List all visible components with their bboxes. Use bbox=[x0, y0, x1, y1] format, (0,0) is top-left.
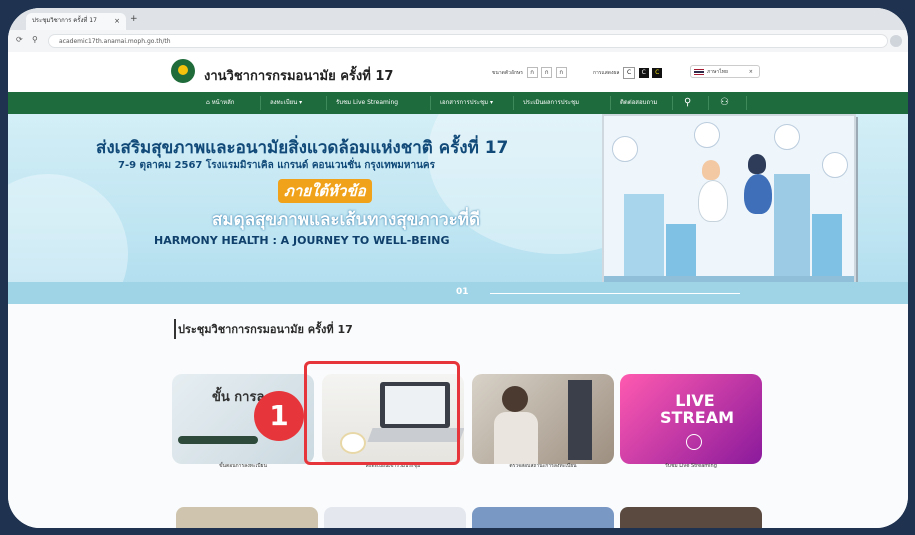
font-medium-button[interactable]: ก bbox=[541, 67, 553, 78]
language-value: ภาษาไทย bbox=[707, 69, 728, 75]
contrast-label: การแสดงผล bbox=[593, 70, 620, 76]
contrast-normal-button[interactable]: C bbox=[623, 67, 636, 79]
nav-evaluation[interactable]: ประเมินผลการประชุม bbox=[523, 92, 579, 114]
browser-tab[interactable]: ประชุมวิชาการ ครั้งที่ 17 × bbox=[26, 13, 126, 30]
browser-tabstrip: ประชุมวิชาการ ครั้งที่ 17 × + bbox=[8, 8, 908, 30]
chevron-down-icon: ▾ bbox=[488, 99, 493, 106]
font-size-control: ขนาดตัวอักษร ก ก ก bbox=[492, 67, 567, 78]
search-icon[interactable]: ⚲ bbox=[684, 92, 691, 114]
reload-icon[interactable]: ⟳ bbox=[16, 35, 23, 44]
language-select[interactable]: ภาษาไทย × bbox=[690, 65, 760, 78]
card-row2-2[interactable] bbox=[324, 507, 466, 528]
chevron-down-icon: ▾ bbox=[297, 99, 303, 106]
section-title-text: ประชุมวิชาการกรมอนามัย ครั้งที่ 17 bbox=[178, 323, 353, 336]
department-logo[interactable] bbox=[171, 59, 195, 83]
card-caption[interactable]: ตรวจสอบสถานะการลงทะเบียน bbox=[472, 462, 614, 470]
hero-theme: สมดุลสุขภาพและเส้นทางสุขภาวะที่ดี bbox=[212, 210, 481, 230]
step-badge: 1 bbox=[254, 391, 304, 441]
address-bar[interactable]: academic17th.anamai.moph.go.th/th bbox=[48, 34, 888, 48]
thai-flag-icon bbox=[694, 69, 704, 75]
hero-english-theme: HARMONY HEALTH : A JOURNEY TO WELL-BEING bbox=[154, 234, 450, 247]
nav-home-label: หน้าหลัก bbox=[211, 99, 235, 106]
nav-documents-label: เอกสารการประชุม bbox=[440, 99, 489, 106]
card-row2-3[interactable] bbox=[472, 507, 614, 528]
contrast-dark-button[interactable]: C bbox=[638, 68, 649, 78]
hero-theme-label: ภายใต้หัวข้อ bbox=[278, 179, 372, 203]
browser-toolbar: ⟳ ⚲ academic17th.anamai.moph.go.th/th bbox=[8, 30, 908, 53]
card-check-status[interactable] bbox=[472, 374, 614, 464]
nav-live-streaming[interactable]: รับชม Live Streaming bbox=[336, 92, 398, 114]
slide-pager: 01 bbox=[8, 282, 908, 304]
nav-register[interactable]: ลงทะเบียน ▾ bbox=[270, 92, 302, 114]
section-title: ประชุมวิชาการกรมอนามัย ครั้งที่ 17 bbox=[174, 319, 353, 339]
card-row2-4[interactable] bbox=[620, 507, 762, 528]
hero-banner[interactable]: ส่งเสริมสุขภาพและอนามัยสิ่งแวดล้อมแห่งชา… bbox=[8, 114, 908, 304]
font-large-button[interactable]: ก bbox=[555, 67, 567, 78]
contrast-yellow-button[interactable]: C bbox=[652, 68, 663, 78]
dropdown-close-icon: × bbox=[748, 69, 753, 75]
card-caption[interactable]: รับชม Live Streaming bbox=[620, 462, 762, 470]
sitemap-icon[interactable]: ⚇ bbox=[720, 92, 729, 114]
nav-contact[interactable]: ติดต่อสอบถาม bbox=[620, 92, 657, 114]
site-header: งานวิชาการกรมอนามัย ครั้งที่ 17 ขนาดตัวอ… bbox=[8, 52, 908, 92]
hero-illustration bbox=[602, 114, 856, 286]
new-tab-button[interactable]: + bbox=[130, 14, 138, 24]
profile-icon[interactable] bbox=[890, 35, 902, 47]
section-title-bar bbox=[174, 319, 176, 339]
nav-home[interactable]: ⌂ หน้าหลัก bbox=[206, 92, 234, 114]
tab-title: ประชุมวิชาการ ครั้งที่ 17 bbox=[32, 17, 97, 24]
nav-documents[interactable]: เอกสารการประชุม ▾ bbox=[440, 92, 493, 114]
card-row2-1[interactable] bbox=[176, 507, 318, 528]
highlight-box bbox=[304, 361, 460, 465]
slide-progress-line bbox=[490, 293, 740, 294]
hero-heading: ส่งเสริมสุขภาพและอนามัยสิ่งแวดล้อมแห่งชา… bbox=[96, 138, 509, 158]
hero-date-venue: 7-9 ตุลาคม 2567 โรงแรมมิราเคิล แกรนด์ คอ… bbox=[118, 160, 435, 171]
nav-register-label: ลงทะเบียน bbox=[270, 99, 298, 106]
slide-number: 01 bbox=[456, 287, 469, 297]
font-size-label: ขนาดตัวอักษร bbox=[492, 70, 523, 76]
site-title[interactable]: งานวิชาการกรมอนามัย ครั้งที่ 17 bbox=[204, 65, 393, 86]
main-nav: ⌂ หน้าหลัก ลงทะเบียน ▾ รับชม Live Stream… bbox=[8, 92, 908, 114]
tab-close-icon[interactable]: × bbox=[114, 13, 120, 29]
live-stream-icon: LIVE STREAM bbox=[660, 391, 734, 427]
font-small-button[interactable]: ก bbox=[526, 67, 538, 78]
card-live-streaming[interactable]: LIVE STREAM bbox=[620, 374, 762, 464]
card-caption[interactable]: ขั้นตอนการลงทะเบียน bbox=[172, 462, 314, 470]
contrast-control: การแสดงผล C C C bbox=[593, 67, 663, 79]
site-info-icon[interactable]: ⚲ bbox=[32, 35, 38, 44]
